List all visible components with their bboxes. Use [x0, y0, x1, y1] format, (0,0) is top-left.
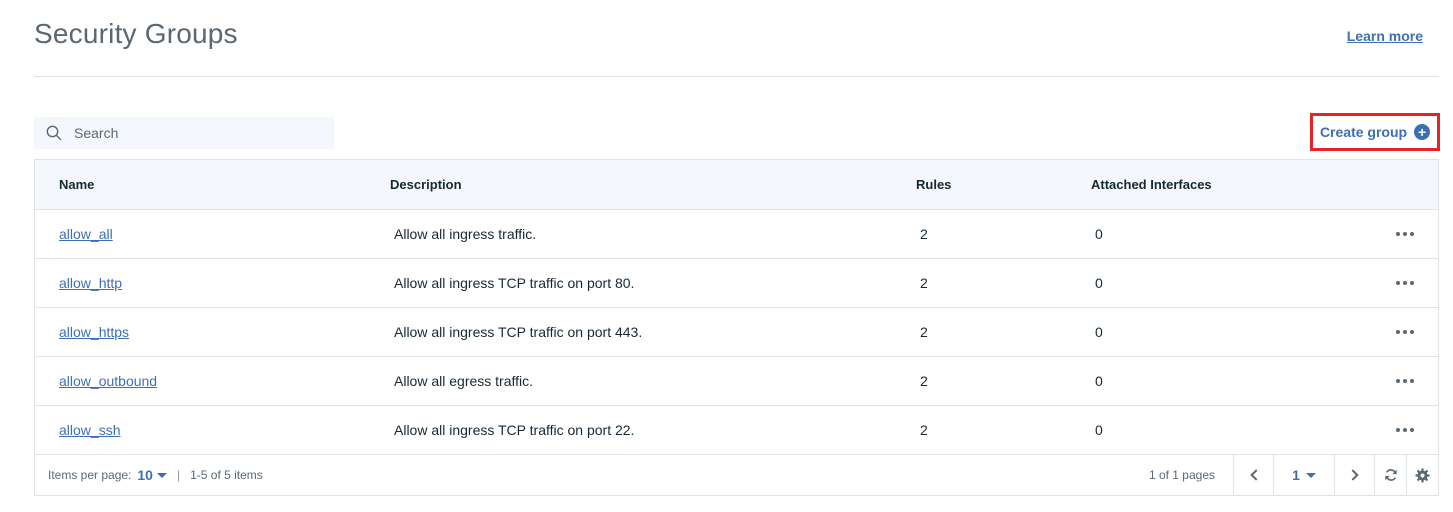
group-name-link[interactable]: allow_outbound: [59, 373, 157, 389]
page-title: Security Groups: [34, 18, 238, 49]
chevron-down-icon: [156, 472, 167, 478]
table-row: allow_ssh Allow all ingress TCP traffic …: [35, 406, 1438, 455]
column-header-rules[interactable]: Rules: [892, 177, 1067, 192]
group-rules-count: 2: [920, 226, 928, 242]
gear-icon: [1415, 467, 1430, 483]
items-per-page-value: 10: [137, 467, 153, 483]
column-header-attached-interfaces[interactable]: Attached Interfaces: [1067, 177, 1357, 192]
group-description: Allow all ingress traffic.: [394, 226, 537, 242]
chevron-right-icon: [1346, 469, 1359, 481]
security-groups-page: Security Groups Learn more Create group …: [0, 0, 1453, 512]
refresh-icon: [1384, 469, 1397, 481]
group-attached-count: 0: [1095, 373, 1103, 389]
chevron-down-icon: [1305, 472, 1316, 478]
overflow-menu-icon[interactable]: [1394, 326, 1416, 338]
overflow-menu-icon[interactable]: [1394, 228, 1416, 240]
group-attached-count: 0: [1095, 226, 1103, 242]
next-page-button[interactable]: [1334, 455, 1374, 495]
group-name-link[interactable]: allow_http: [59, 275, 122, 291]
page-number-select[interactable]: 1: [1273, 455, 1334, 495]
group-name-link[interactable]: allow_ssh: [59, 422, 120, 438]
table-row: allow_all Allow all ingress traffic. 2 0: [35, 210, 1438, 259]
search-icon: [34, 125, 74, 141]
group-description: Allow all ingress TCP traffic on port 44…: [394, 324, 643, 340]
pagination-bar: Items per page: 10 | 1-5 of 5 items 1 of…: [35, 455, 1438, 495]
overflow-menu-icon[interactable]: [1394, 277, 1416, 289]
search-box[interactable]: [34, 117, 334, 149]
page-count-text: 1 of 1 pages: [1148, 468, 1215, 482]
previous-page-button[interactable]: [1233, 455, 1273, 495]
group-name-link[interactable]: allow_all: [59, 226, 113, 242]
overflow-menu-icon[interactable]: [1394, 424, 1416, 436]
chevron-left-icon: [1249, 469, 1262, 481]
group-rules-count: 2: [920, 373, 928, 389]
pager-divider: |: [176, 468, 181, 482]
column-header-description[interactable]: Description: [366, 177, 892, 192]
security-groups-table: Name Description Rules Attached Interfac…: [34, 159, 1439, 496]
refresh-button[interactable]: [1374, 455, 1406, 495]
item-range-text: 1-5 of 5 items: [190, 468, 263, 482]
group-description: Allow all ingress TCP traffic on port 22…: [394, 422, 635, 438]
create-group-label: Create group: [1319, 124, 1408, 140]
items-per-page-select[interactable]: 10: [137, 467, 167, 483]
plus-circle-icon: +: [1414, 124, 1431, 140]
items-per-page-label: Items per page:: [48, 468, 132, 482]
title-divider: [34, 76, 1439, 77]
current-page-value: 1: [1292, 467, 1300, 483]
create-group-button[interactable]: Create group +: [1310, 113, 1440, 151]
group-attached-count: 0: [1095, 324, 1103, 340]
settings-button[interactable]: [1406, 455, 1438, 495]
group-rules-count: 2: [920, 422, 928, 438]
group-rules-count: 2: [920, 275, 928, 291]
table-row: allow_https Allow all ingress TCP traffi…: [35, 308, 1438, 357]
group-name-link[interactable]: allow_https: [59, 324, 129, 340]
group-attached-count: 0: [1095, 275, 1103, 291]
group-description: Allow all egress traffic.: [394, 373, 534, 389]
group-attached-count: 0: [1095, 422, 1103, 438]
search-input[interactable]: [74, 118, 324, 148]
table-row: allow_outbound Allow all egress traffic.…: [35, 357, 1438, 406]
column-header-name[interactable]: Name: [35, 177, 366, 192]
group-description: Allow all ingress TCP traffic on port 80…: [394, 275, 635, 291]
table-header: Name Description Rules Attached Interfac…: [35, 160, 1438, 210]
learn-more-link[interactable]: Learn more: [1347, 28, 1423, 44]
group-rules-count: 2: [920, 324, 928, 340]
table-row: allow_http Allow all ingress TCP traffic…: [35, 259, 1438, 308]
overflow-menu-icon[interactable]: [1394, 375, 1416, 387]
